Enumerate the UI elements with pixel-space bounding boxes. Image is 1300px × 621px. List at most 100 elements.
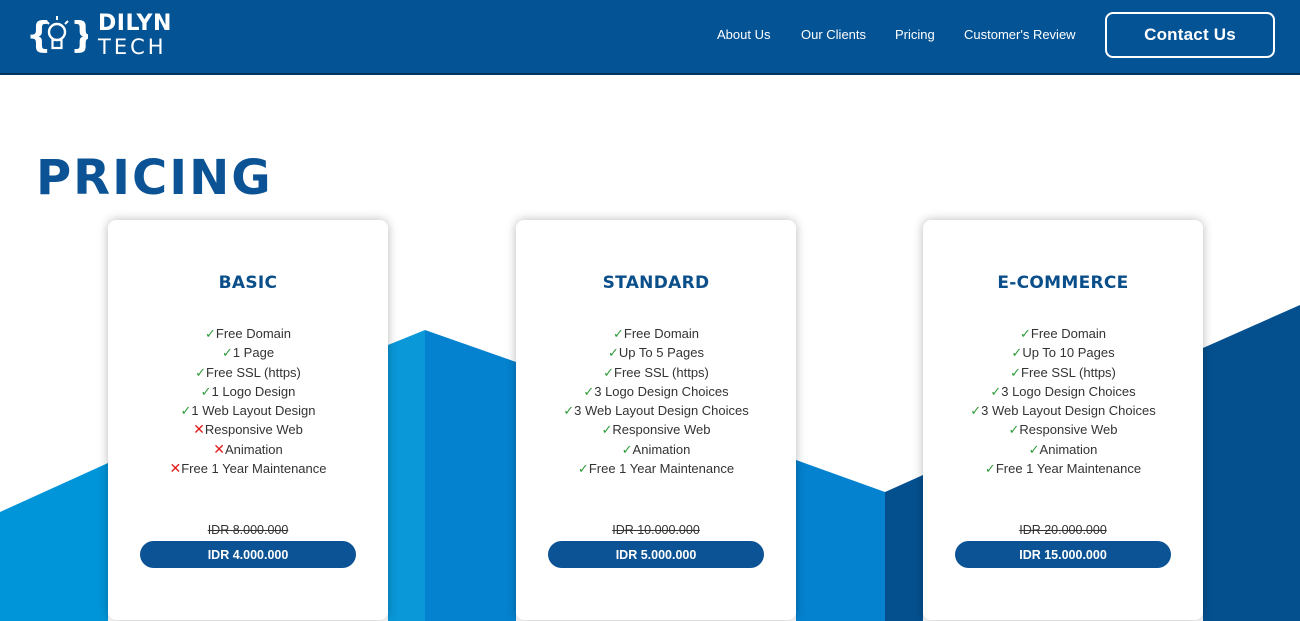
- feature-item: ✓Up To 10 Pages: [923, 343, 1203, 362]
- check-icon: ✓: [970, 403, 982, 419]
- original-price: IDR 8.000.000: [207, 523, 289, 537]
- feature-item: ✓3 Logo Design Choices: [923, 382, 1203, 401]
- feature-text: Up To 10 Pages: [1022, 345, 1115, 361]
- feature-list: ✓Free Domain ✓Up To 10 Pages ✓Free SSL (ht…: [923, 324, 1203, 478]
- bg-wave-right-mid: [885, 475, 923, 621]
- check-icon: ✓: [195, 364, 206, 380]
- feature-item: ✕Responsive Web: [108, 420, 388, 439]
- bg-wave-center-right: [796, 460, 885, 621]
- feature-text: Free 1 Year Maintenance: [995, 461, 1142, 477]
- feature-item: ✓Free Domain: [108, 324, 388, 343]
- bg-wave-left: [0, 463, 108, 621]
- feature-text: Animation: [632, 441, 691, 457]
- price-button[interactable]: IDR 5.000.000: [548, 541, 764, 568]
- check-icon: ✓: [1008, 422, 1020, 438]
- feature-text: Free Domain: [1030, 326, 1107, 341]
- feature-item: ✓Free SSL (https): [923, 363, 1203, 382]
- original-price: IDR 10.000.000: [612, 523, 700, 537]
- feature-item: ✓Free SSL (https): [108, 363, 388, 382]
- lightbulb-logo-icon: { }: [26, 15, 88, 56]
- feature-list: ✓Free Domain ✓1 Page ✓Free SSL (https) ✓1 L…: [108, 324, 388, 478]
- svg-text:}: }: [70, 15, 88, 56]
- feature-item: ✓Free 1 Year Maintenance: [516, 459, 796, 478]
- page-title: PRICING: [36, 150, 273, 206]
- feature-item: ✓3 Logo Design Choices: [516, 382, 796, 401]
- nav-pricing[interactable]: Pricing: [895, 27, 935, 42]
- check-icon: ✓: [1019, 326, 1031, 341]
- check-icon: ✓: [1028, 441, 1040, 457]
- feature-text: 1 Page: [232, 345, 275, 361]
- check-icon: ✓: [200, 383, 212, 399]
- bg-wave-basic-mid: [388, 330, 425, 621]
- feature-text: Responsive Web: [204, 422, 303, 438]
- pricing-card-ecommerce: E-COMMERCE ✓Free Domain ✓Up To 10 Pages ✓F…: [923, 220, 1203, 620]
- feature-item: ✓Free Domain: [516, 324, 796, 343]
- feature-item: ✓Responsive Web: [516, 420, 796, 439]
- feature-text: 3 Logo Design Choices: [594, 383, 729, 399]
- feature-text: Free Domain: [215, 326, 292, 341]
- check-icon: ✓: [608, 345, 619, 361]
- pricing-card-basic: BASIC ✓Free Domain ✓1 Page ✓Free SSL (http…: [108, 220, 388, 620]
- price-button[interactable]: IDR 15.000.000: [955, 541, 1171, 568]
- check-icon: ✓: [984, 461, 996, 477]
- check-icon: ✓: [204, 326, 216, 341]
- logo[interactable]: { } DILYN TECH: [26, 11, 172, 59]
- feature-item: ✓Animation: [516, 440, 796, 459]
- feature-item: ✕Animation: [108, 440, 388, 459]
- top-navbar: { } DILYN TECH About Us Our Clients Pric…: [0, 0, 1300, 75]
- cross-icon: ✕: [169, 460, 182, 477]
- feature-text: Responsive Web: [1019, 422, 1118, 438]
- feature-item: ✓1 Web Layout Design: [108, 401, 388, 420]
- check-icon: ✓: [563, 403, 575, 419]
- feature-item: ✓Animation: [923, 440, 1203, 459]
- nav-about-us[interactable]: About Us: [717, 27, 770, 42]
- check-icon: ✓: [577, 461, 589, 477]
- check-icon: ✓: [180, 403, 192, 419]
- price-button[interactable]: IDR 4.000.000: [140, 541, 356, 568]
- feature-item: ✓Free Domain: [923, 324, 1203, 343]
- nav-our-clients[interactable]: Our Clients: [801, 27, 866, 42]
- contact-us-button[interactable]: Contact Us: [1105, 12, 1275, 58]
- nav-customers-review[interactable]: Customer's Review: [964, 27, 1076, 42]
- feature-text: Free 1 Year Maintenance: [588, 461, 735, 477]
- check-icon: ✓: [1010, 364, 1021, 380]
- plan-title: E-COMMERCE: [997, 273, 1129, 293]
- plan-title: STANDARD: [602, 273, 710, 293]
- check-icon: ✓: [221, 345, 233, 361]
- feature-text: Responsive Web: [612, 422, 711, 438]
- logo-line-1: DILYN: [98, 10, 172, 36]
- check-icon: ✓: [601, 422, 613, 438]
- feature-text: 3 Logo Design Choices: [1001, 383, 1136, 399]
- feature-item: ✓Responsive Web: [923, 420, 1203, 439]
- cross-icon: ✕: [193, 421, 205, 438]
- svg-text:{: {: [26, 15, 52, 56]
- feature-text: Free SSL (https): [206, 364, 301, 380]
- plan-title: BASIC: [218, 273, 278, 293]
- feature-text: 1 Web Layout Design: [191, 403, 316, 419]
- feature-text: Animation: [224, 441, 283, 457]
- feature-item: ✓1 Page: [108, 343, 388, 362]
- logo-text: DILYN TECH: [98, 10, 172, 59]
- feature-text: Free SSL (https): [614, 364, 709, 380]
- feature-text: Free SSL (https): [1021, 364, 1116, 380]
- feature-text: Up To 5 Pages: [618, 345, 704, 361]
- check-icon: ✓: [1011, 345, 1023, 361]
- check-icon: ✓: [603, 364, 614, 380]
- feature-text: Free Domain: [623, 326, 700, 341]
- bg-wave-center-left: [425, 330, 516, 621]
- feature-item: ✓1 Logo Design: [108, 382, 388, 401]
- feature-item: ✓3 Web Layout Design Choices: [516, 401, 796, 420]
- feature-text: 3 Web Layout Design Choices: [981, 403, 1156, 419]
- feature-item: ✕Free 1 Year Maintenance: [108, 459, 388, 478]
- check-icon: ✓: [583, 383, 595, 399]
- feature-text: 1 Logo Design: [211, 383, 296, 399]
- logo-line-2: TECH: [98, 34, 167, 59]
- check-icon: ✓: [621, 441, 633, 457]
- pricing-card-standard: STANDARD ✓Free Domain ✓Up To 5 Pages ✓Free…: [516, 220, 796, 620]
- check-icon: ✓: [990, 383, 1002, 399]
- bg-wave-right: [1203, 305, 1300, 621]
- cross-icon: ✕: [213, 440, 225, 457]
- feature-item: ✓Free 1 Year Maintenance: [923, 459, 1203, 478]
- feature-item: ✓3 Web Layout Design Choices: [923, 401, 1203, 420]
- feature-item: ✓Free SSL (https): [516, 363, 796, 382]
